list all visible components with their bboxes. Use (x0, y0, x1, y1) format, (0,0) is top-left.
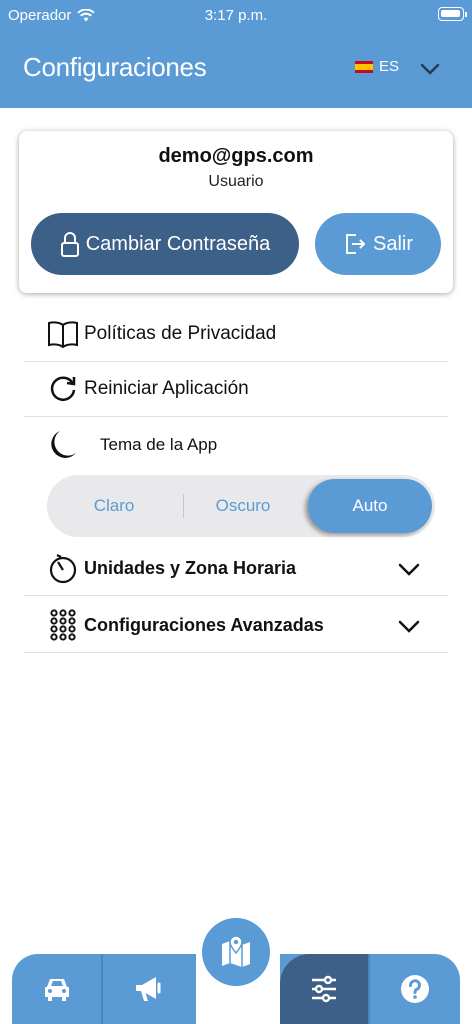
tab-map[interactable] (202, 918, 270, 986)
advanced-settings-label: Configuraciones Avanzadas (84, 614, 324, 635)
privacy-policy-label: Políticas de Privacidad (84, 323, 277, 344)
account-card: demo@gps.com Usuario Cambiar Contraseña … (19, 131, 453, 293)
restart-app-row[interactable]: Reiniciar Aplicación (24, 362, 448, 417)
app-theme-row: Tema de la App (24, 417, 448, 472)
theme-option-light[interactable]: Claro (47, 475, 181, 537)
spain-flag-icon (355, 60, 373, 73)
tab-alerts[interactable] (103, 954, 193, 1024)
refresh-icon (46, 372, 80, 406)
stopwatch-icon (46, 551, 80, 585)
exit-button[interactable]: Salir (315, 213, 441, 275)
exit-label: Salir (372, 232, 413, 255)
user-role: Usuario (208, 173, 264, 190)
theme-option-auto[interactable]: Auto (308, 479, 432, 533)
units-timezone-row[interactable]: Unidades y Zona Horaria (24, 541, 448, 596)
language-selector[interactable]: ES (355, 58, 399, 75)
dots-grid-icon (46, 608, 80, 642)
app-header: Operador 3:17 p.m. Configuraciones ES (0, 0, 472, 108)
sliders-icon (312, 975, 336, 1003)
lock-icon (60, 232, 79, 257)
chevron-down-icon[interactable] (419, 58, 441, 80)
moon-icon (46, 428, 80, 462)
help-icon (401, 975, 429, 1003)
theme-segmented-control: Claro Oscuro Auto (47, 475, 435, 537)
logout-icon (345, 234, 366, 254)
language-code: ES (379, 58, 400, 75)
megaphone-icon (136, 977, 161, 1001)
chevron-down-icon[interactable] (398, 559, 420, 579)
page-title: Configuraciones (23, 52, 207, 82)
tab-settings[interactable] (280, 954, 368, 1024)
tab-help[interactable] (370, 954, 460, 1024)
user-email: demo@gps.com (158, 145, 314, 167)
tab-vehicles[interactable] (12, 954, 101, 1024)
map-icon (222, 935, 250, 967)
status-bar: Operador 3:17 p.m. (0, 0, 472, 32)
privacy-policy-row[interactable]: Políticas de Privacidad (24, 307, 448, 362)
restart-app-label: Reiniciar Aplicación (84, 378, 249, 399)
change-password-button[interactable]: Cambiar Contraseña (31, 213, 299, 275)
battery-icon (438, 7, 467, 21)
change-password-label: Cambiar Contraseña (85, 232, 271, 255)
advanced-settings-row[interactable]: Configuraciones Avanzadas (24, 598, 448, 653)
theme-option-dark[interactable]: Oscuro (181, 475, 305, 537)
car-icon (44, 979, 69, 1001)
status-time: 3:17 p.m. (204, 7, 268, 24)
app-theme-label: Tema de la App (100, 434, 218, 454)
book-icon (46, 317, 80, 351)
units-timezone-label: Unidades y Zona Horaria (84, 557, 297, 578)
chevron-down-icon[interactable] (398, 616, 420, 636)
